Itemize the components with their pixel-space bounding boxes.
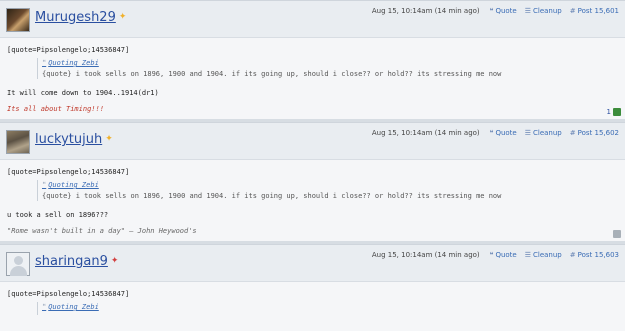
quote-icon: ❝: [489, 7, 494, 15]
quote-header-link[interactable]: ❝ Quoting Zebi: [42, 59, 618, 67]
quote-tag-text: [quote=Pipsolengelo;14536847]: [7, 46, 130, 54]
post-meta: Aug 15, 10:14am (14 min ago) ❝ Quote ☰ Cle…: [372, 129, 619, 137]
username-link[interactable]: Murugesh29 ✦: [35, 10, 126, 25]
post-15603: sharingan9 ✦ Aug 15, 10:14am (14 min ago)…: [0, 244, 625, 331]
post-15602: luckytujuh ✦ Aug 15, 10:14am (14 min ago)…: [0, 122, 625, 241]
post-time: Aug 15, 10:14am (14 min ago): [371, 129, 480, 137]
cleanup-button[interactable]: ☰ Cleanup: [525, 251, 562, 259]
post-15601: Murugesh29 ✦ Aug 15, 10:14am (14 min ago)…: [0, 0, 625, 119]
quote-header-link[interactable]: ❝ Quoting Zebi: [42, 181, 618, 189]
hash-icon: #: [569, 7, 576, 15]
thumbs-up-icon: [613, 108, 621, 116]
post-text: It will come down to 1904..1914(dr1): [7, 89, 159, 97]
post-body: [quote=Pipsolengelo;14536847] ❝ Quoting Z…: [0, 160, 625, 241]
quote-block: ❝ Quoting Zebi: [37, 302, 618, 315]
quote-button[interactable]: ❝ Quote: [490, 129, 517, 137]
document-icon: ☰: [524, 7, 531, 15]
quote-text: {quote} i took sells on 1896, 1900 and 1…: [42, 70, 502, 78]
quote-icon: ❝: [489, 251, 494, 259]
post-number-link[interactable]: # Post 15,602: [570, 129, 619, 137]
quote-button[interactable]: ❝ Quote: [490, 251, 517, 259]
post-text: u took a sell on 1896???: [7, 211, 109, 219]
like-button[interactable]: [611, 230, 621, 238]
like-button[interactable]: 1: [607, 108, 621, 116]
post-number-link[interactable]: # Post 15,601: [570, 7, 619, 15]
like-count: 1: [606, 108, 611, 116]
quote-icon: ❝: [42, 59, 47, 67]
username-link[interactable]: sharingan9 ✦: [35, 254, 118, 269]
offline-icon: ✦: [110, 256, 119, 266]
quote-block: ❝ Quoting Zebi {quote} i took sells on 18…: [37, 58, 618, 79]
post-body: [quote=Pipsolengelo;14536847] ❝ Quoting Z…: [0, 38, 625, 119]
quote-button[interactable]: ❝ Quote: [490, 7, 517, 15]
quote-tag-text: [quote=Pipsolengelo;14536847]: [7, 168, 130, 176]
document-icon: ☰: [524, 251, 531, 259]
cleanup-button[interactable]: ☰ Cleanup: [525, 7, 562, 15]
quote-icon: ❝: [42, 303, 47, 311]
post-time: Aug 15, 10:14am (14 min ago): [371, 251, 480, 259]
cleanup-button[interactable]: ☰ Cleanup: [525, 129, 562, 137]
quote-tag-text: [quote=Pipsolengelo;14536847]: [7, 290, 130, 298]
signature: Its all about Timing!!!: [7, 105, 104, 113]
star-icon: ✦: [118, 12, 127, 22]
post-meta: Aug 15, 10:14am (14 min ago) ❝ Quote ☰ Cle…: [372, 7, 619, 15]
quote-header-link[interactable]: ❝ Quoting Zebi: [42, 303, 618, 311]
avatar[interactable]: [6, 252, 30, 276]
quote-icon: ❝: [489, 129, 494, 137]
avatar[interactable]: [6, 130, 30, 154]
signature: "Rome wasn't built in a day" — John Heyw…: [7, 227, 197, 235]
quote-block: ❝ Quoting Zebi {quote} i took sells on 18…: [37, 180, 618, 201]
hash-icon: #: [569, 129, 576, 137]
post-header: sharingan9 ✦ Aug 15, 10:14am (14 min ago)…: [0, 245, 625, 282]
post-meta: Aug 15, 10:14am (14 min ago) ❝ Quote ☰ Cle…: [372, 251, 619, 259]
post-time: Aug 15, 10:14am (14 min ago): [371, 7, 480, 15]
post-header: luckytujuh ✦ Aug 15, 10:14am (14 min ago)…: [0, 123, 625, 160]
avatar[interactable]: [6, 8, 30, 32]
quote-icon: ❝: [42, 181, 47, 189]
hash-icon: #: [569, 251, 576, 259]
post-body: [quote=Pipsolengelo;14536847] ❝ Quoting Z…: [0, 282, 625, 331]
quote-text: {quote} i took sells on 1896, 1900 and 1…: [42, 192, 502, 200]
thumbs-up-icon: [613, 230, 621, 238]
post-header: Murugesh29 ✦ Aug 15, 10:14am (14 min ago)…: [0, 1, 625, 38]
post-number-link[interactable]: # Post 15,603: [570, 251, 619, 259]
star-icon: ✦: [105, 134, 113, 144]
username-link[interactable]: luckytujuh ✦: [35, 132, 113, 147]
document-icon: ☰: [524, 129, 531, 137]
